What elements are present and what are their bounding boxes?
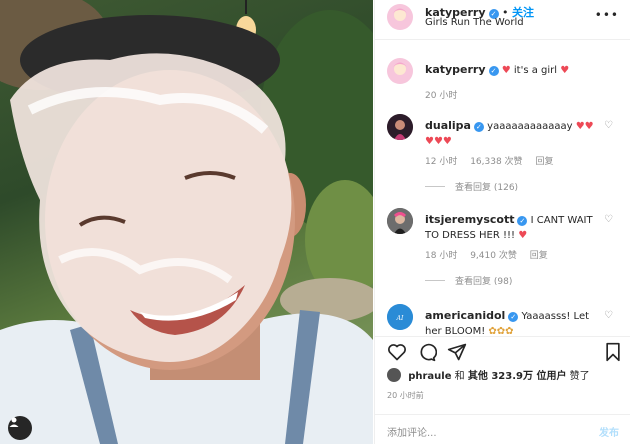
view-replies-label: 查看回复 (98) [455, 277, 513, 287]
comment-time[interactable]: 12 小时 [425, 157, 457, 167]
red-heart-emoji-icon: ♥ [518, 230, 528, 241]
comment-body: dualipa ✓ yaaaaaaaaaaaay ♥♥ ♥♥♥ [425, 118, 603, 149]
commenter-avatar[interactable] [387, 208, 413, 234]
likes-others[interactable]: 其他 323.9万 位用户 [468, 371, 567, 382]
post-panel: katyperry ✓ • 关注 Girls Run The World ••• … [374, 0, 630, 444]
liker-avatar[interactable] [387, 368, 401, 382]
comment-body: itsjeremyscott ✓ I CANT WAIT TO DRESS HER… [425, 212, 603, 243]
comment-likes[interactable]: 9,410 次赞 [470, 251, 517, 261]
red-heart-emoji-icon: ♥♥♥ [425, 136, 452, 147]
tagged-users-icon[interactable] [8, 416, 32, 440]
red-heart-emoji-icon: ♥ [501, 65, 511, 76]
action-bar [375, 336, 630, 364]
caption-time[interactable]: 20 小时 [425, 91, 457, 101]
caption-meta: 20 小时 [425, 88, 467, 101]
svg-text:AI: AI [396, 315, 404, 322]
commenter-avatar[interactable] [387, 114, 413, 140]
add-comment-bar: 添加评论... 发布 [375, 414, 630, 444]
red-heart-emoji-icon: ♥ [560, 65, 570, 76]
like-heart-icon[interactable] [387, 342, 407, 362]
post-comment-button[interactable]: 发布 [599, 424, 619, 439]
verified-icon: ✓ [517, 216, 528, 226]
comments-list[interactable]: katyperry ✓ ♥ it's a girl ♥ 20 小时 dualipa… [375, 54, 630, 336]
share-send-icon[interactable] [447, 342, 467, 362]
caption-author[interactable]: katyperry [425, 63, 486, 76]
comment-author[interactable]: itsjeremyscott [425, 213, 514, 226]
caption-avatar[interactable] [387, 58, 413, 84]
comment-author[interactable]: americanidol [425, 309, 505, 322]
post-header: katyperry ✓ • 关注 Girls Run The World ••• [375, 0, 630, 40]
view-replies-button[interactable]: 查看回复 (98) [425, 274, 512, 287]
comment-like-icon[interactable]: ♡ [604, 214, 613, 225]
divider [425, 280, 445, 281]
comment-likes[interactable]: 16,338 次赞 [470, 157, 522, 167]
likes-and: 和 [454, 371, 465, 382]
comment-bubble-icon[interactable] [417, 342, 438, 362]
flower-emoji-icon: ✿✿✿ [488, 326, 514, 336]
likes-summary: phraule 和 其他 323.9万 位用户 赞了 [387, 367, 590, 382]
comment-text: yaaaaaaaaaaaay [487, 121, 573, 132]
author-avatar[interactable] [387, 4, 413, 30]
comment-meta: 18 小时 9,410 次赞 回复 [425, 248, 558, 261]
photo-illustration [0, 0, 373, 444]
verified-icon: ✓ [488, 66, 499, 76]
likes-liked: 赞了 [569, 371, 590, 382]
comment-author[interactable]: dualipa [425, 119, 471, 132]
red-heart-emoji-icon: ♥♥ [575, 121, 594, 132]
divider [425, 186, 445, 187]
liker-username[interactable]: phraule [408, 371, 451, 382]
comment-time[interactable]: 18 小时 [425, 251, 457, 261]
post-timestamp[interactable]: 20 小时前 [387, 390, 424, 401]
verified-icon: ✓ [508, 312, 519, 322]
comment-like-icon[interactable]: ♡ [604, 310, 613, 321]
view-replies-label: 查看回复 (126) [455, 183, 519, 193]
comment-body: americanidol ✓ Yaaaasss! Let her BLOOM! ✿… [425, 308, 603, 336]
view-replies-button[interactable]: 查看回复 (126) [425, 180, 518, 193]
comment-meta: 12 小时 16,338 次赞 回复 [425, 154, 563, 167]
save-bookmark-icon[interactable] [603, 342, 623, 362]
more-horizontal-icon[interactable]: ••• [595, 8, 619, 22]
comment-like-icon[interactable]: ♡ [604, 120, 613, 131]
caption-text: it's a girl [513, 65, 558, 76]
reply-button[interactable]: 回复 [535, 157, 553, 167]
reply-button[interactable]: 回复 [530, 251, 548, 261]
post-photo[interactable] [0, 0, 373, 444]
commenter-avatar[interactable]: AI [387, 304, 413, 330]
caption-body: katyperry ✓ ♥ it's a girl ♥ [425, 62, 603, 78]
post-location[interactable]: Girls Run The World [425, 17, 524, 28]
verified-icon: ✓ [473, 122, 484, 132]
comment-input[interactable]: 添加评论... [387, 424, 437, 439]
